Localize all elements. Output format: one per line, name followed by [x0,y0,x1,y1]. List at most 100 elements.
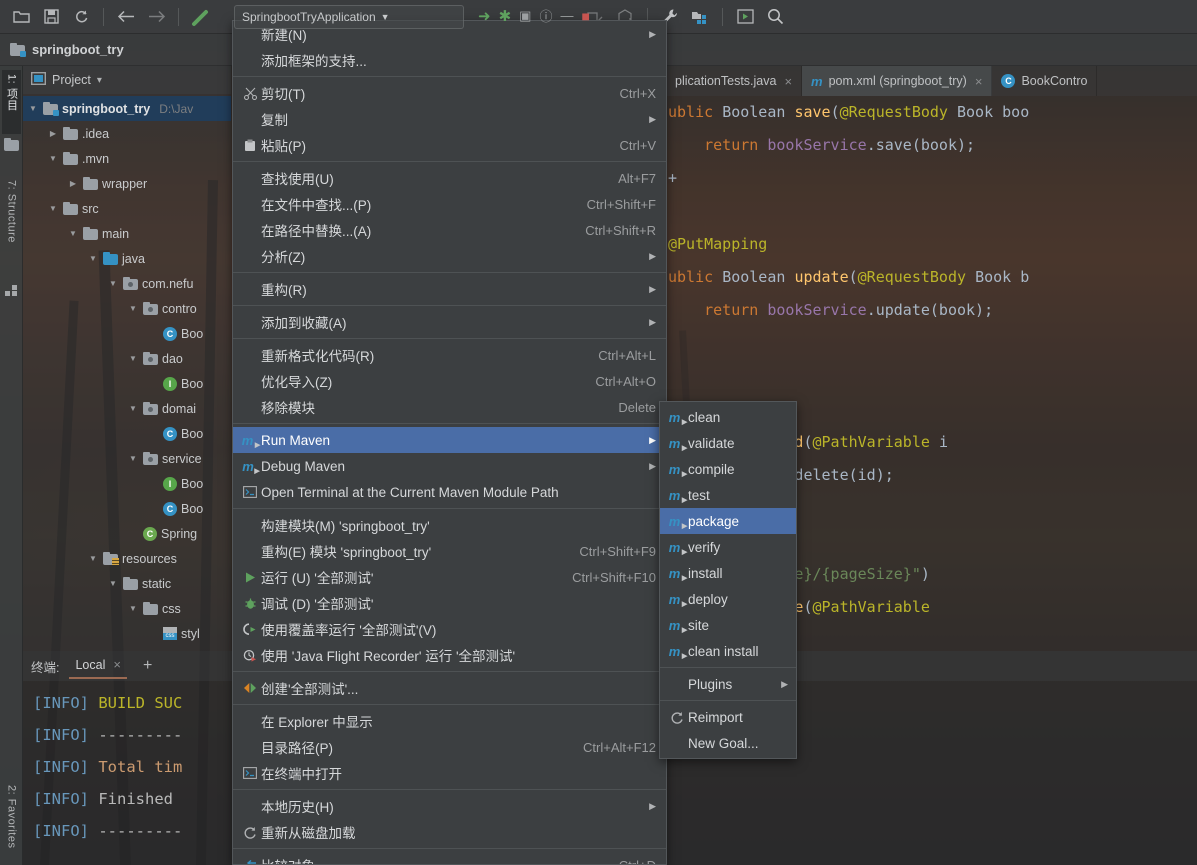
debug-icon[interactable]: ✱ [499,7,512,25]
expand-arrow-icon[interactable]: ▼ [47,204,59,213]
menu-replace-in-path[interactable]: 在路径中替换...(A) Ctrl+Shift+R [233,217,666,243]
close-icon[interactable]: × [784,74,792,89]
maven-goals-submenu[interactable]: mcleanmvalidatemcompilemtestmpackagemver… [659,401,797,759]
sync-refresh-icon[interactable] [68,4,94,30]
menu-refactor[interactable]: 重构(R) ▶ [233,276,666,302]
menu-compare-with[interactable]: 比较对象... Ctrl+D [233,852,666,864]
search-everywhere-icon[interactable] [762,4,788,30]
run-icon[interactable]: ➜ [478,7,491,25]
menu-find-in-path[interactable]: 在文件中查找...(P) Ctrl+Shift+F [233,191,666,217]
menu-rebuild-module[interactable]: 重构(E) 模块 'springboot_try' Ctrl+Shift+F9 [233,538,666,564]
expand-arrow-icon[interactable]: ▼ [87,254,99,263]
tree-node[interactable]: ▼ contro [23,296,231,321]
tree-node[interactable]: ▼ dao [23,346,231,371]
stop-icon[interactable]: ■ [581,8,589,24]
maven-reimport[interactable]: Reimport [660,704,796,730]
editor-tab[interactable]: C BookContro [992,66,1098,96]
menu-local-history[interactable]: 本地历史(H) ▶ [233,793,666,819]
menu-create-all-tests[interactable]: 创建'全部测试'... [233,675,666,701]
tree-node[interactable]: ▼ resources [23,546,231,571]
add-terminal-icon[interactable]: + [143,657,152,675]
tree-node[interactable]: ▼ main [23,221,231,246]
sidebar-tab-structure[interactable]: 7: Structure [2,176,21,276]
project-structure-icon[interactable] [687,4,713,30]
tree-node[interactable]: ▼ domai [23,396,231,421]
menu-run-with-jfr[interactable]: 使用 'Java Flight Recorder' 运行 '全部测试' [233,642,666,668]
maven-goal-compile[interactable]: mcompile [660,456,796,482]
expand-arrow-icon[interactable]: ▼ [127,604,139,613]
menu-run-maven[interactable]: mRun Maven ▶ [233,427,666,453]
menu-add-to-favorites[interactable]: 添加到收藏(A) ▶ [233,309,666,335]
minimize-icon[interactable]: — [560,8,573,23]
tree-node[interactable]: C Boo [23,321,231,346]
maven-goal-clean-install[interactable]: mclean install [660,638,796,664]
menu-cut[interactable]: 剪切(T) Ctrl+X [233,80,666,106]
expand-arrow-icon[interactable]: ▼ [127,354,139,363]
tree-node[interactable]: ▼ java [23,246,231,271]
collapse-arrow-icon[interactable]: ▶ [47,129,59,138]
sidebar-tab-project[interactable]: 1: 项目 [2,70,21,134]
expand-arrow-icon[interactable]: ▼ [47,154,59,163]
editor-tab[interactable]: m pom.xml (springboot_try) × [802,66,993,96]
menu-find-usages[interactable]: 查找使用(U) Alt+F7 [233,165,666,191]
tree-node[interactable]: ▼ css [23,596,231,621]
expand-arrow-icon[interactable]: ▼ [27,104,39,113]
terminal-tab-local[interactable]: Local × [69,653,127,679]
save-all-icon[interactable] [38,4,64,30]
navigate-back-icon[interactable] [113,4,139,30]
tree-node[interactable]: C Spring [23,521,231,546]
navigate-forward-icon[interactable] [143,4,169,30]
coverage-icon[interactable]: ▣ [519,8,531,24]
tree-node[interactable]: ▼ static [23,571,231,596]
maven-goal-site[interactable]: msite [660,612,796,638]
profiler-icon[interactable]: ⓘ [539,6,552,25]
expand-arrow-icon[interactable]: ▼ [127,404,139,413]
menu-reload-from-disk[interactable]: 重新从磁盘加载 [233,819,666,845]
tree-node[interactable]: ▼ src [23,196,231,221]
maven-goal-clean[interactable]: mclean [660,404,796,430]
run-configuration-selector[interactable]: SpringbootTryApplication ▼ [234,5,464,29]
maven-plugins[interactable]: Plugins ▶ [660,671,796,697]
maven-new-goal[interactable]: New Goal... [660,730,796,756]
menu-paste[interactable]: 粘贴(P) Ctrl+V [233,132,666,158]
tree-node[interactable]: ▶ .idea [23,121,231,146]
expand-arrow-icon[interactable]: ▼ [127,454,139,463]
menu-optimize-imports[interactable]: 优化导入(Z) Ctrl+Alt+O [233,368,666,394]
menu-debug-all-tests[interactable]: 调试 (D) '全部测试' [233,590,666,616]
expand-arrow-icon[interactable]: ▼ [127,304,139,313]
close-icon[interactable]: × [113,657,121,672]
menu-reformat-code[interactable]: 重新格式化代码(R) Ctrl+Alt+L [233,342,666,368]
expand-arrow-icon[interactable]: ▼ [107,279,119,288]
close-icon[interactable]: × [975,74,983,89]
expand-arrow-icon[interactable]: ▼ [67,229,79,238]
context-menu[interactable]: 新建(N) ▶ 添加框架的支持... 剪切(T) Ctrl+X 复制 ▶ 粘贴(P) Ctrl+… [232,20,667,865]
maven-goal-install[interactable]: minstall [660,560,796,586]
tree-node[interactable]: css styl [23,621,231,646]
menu-open-in-terminal[interactable]: 在终端中打开 [233,760,666,786]
maven-goal-package[interactable]: mpackage [660,508,796,534]
editor-tab-bar[interactable]: plicationTests.java × m pom.xml (springboot… [666,66,1197,96]
editor-tab[interactable]: plicationTests.java × [666,66,803,96]
menu-show-in-explorer[interactable]: 在 Explorer 中显示 [233,708,666,734]
menu-run-all-tests[interactable]: 运行 (U) '全部测试' Ctrl+Shift+F10 [233,564,666,590]
menu-build-module[interactable]: 构建模块(M) 'springboot_try' [233,512,666,538]
build-hammer-icon[interactable] [188,4,214,30]
maven-goal-test[interactable]: mtest [660,482,796,508]
tree-node[interactable]: ▼ service [23,446,231,471]
tree-node[interactable]: I Boo [23,471,231,496]
tree-node[interactable]: ▼ com.nefu [23,271,231,296]
maven-goal-verify[interactable]: mverify [660,534,796,560]
menu-open-terminal-maven[interactable]: Open Terminal at the Current Maven Modul… [233,479,666,505]
menu-directory-path[interactable]: 目录路径(P) Ctrl+Alt+F12 [233,734,666,760]
maven-goal-deploy[interactable]: mdeploy [660,586,796,612]
tree-node[interactable]: ▶ wrapper [23,171,231,196]
open-folder-icon[interactable] [8,4,34,30]
menu-analyze[interactable]: 分析(Z) ▶ [233,243,666,269]
menu-add-framework-support[interactable]: 添加框架的支持... [233,47,666,73]
collapse-arrow-icon[interactable]: ▶ [67,179,79,188]
tree-node[interactable]: ▼ .mvn [23,146,231,171]
sidebar-tab-favorites[interactable]: 2: Favorites [2,781,21,865]
tree-node[interactable]: ▼ springboot_try D:\Jav [23,96,231,121]
maven-goal-validate[interactable]: mvalidate [660,430,796,456]
expand-arrow-icon[interactable]: ▼ [87,554,99,563]
